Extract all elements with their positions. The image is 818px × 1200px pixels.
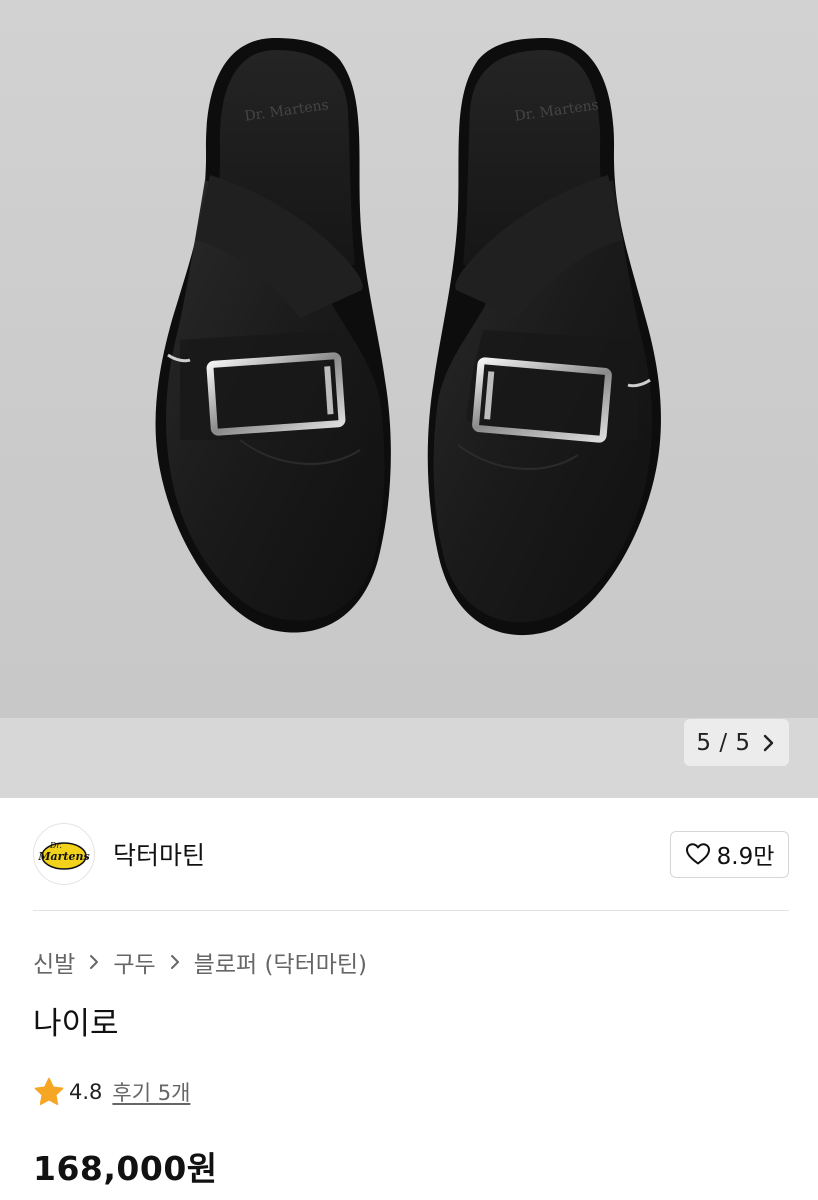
brand-row: Martens Dr. 닥터마틴 8.9만 — [33, 822, 789, 886]
chevron-right-icon — [761, 734, 777, 751]
chevron-right-icon — [83, 951, 105, 973]
product-photo: Dr. Martens Dr. Martens — [155, 38, 661, 636]
divider — [33, 910, 789, 911]
product-image-gallery[interactable]: Dr. Martens Dr. Martens 5 / 5 — [0, 0, 818, 798]
svg-text:Martens: Martens — [37, 850, 89, 863]
rating-value: 4.8 — [69, 1080, 103, 1104]
image-counter-text: 5 / 5 — [696, 729, 751, 756]
like-count: 8.9만 — [716, 844, 775, 870]
dr-martens-logo: Martens Dr. — [37, 841, 90, 870]
breadcrumb: 신발 구두 블로퍼 (닥터마틴) — [33, 945, 367, 979]
breadcrumb-item-dress-shoes[interactable]: 구두 — [113, 945, 155, 979]
heart-outline-icon — [685, 842, 711, 866]
chevron-right-icon — [164, 951, 186, 973]
product-price: 168,000원 — [33, 1149, 218, 1188]
svg-text:Dr.: Dr. — [49, 841, 62, 850]
brand-logo[interactable]: Martens Dr. — [33, 823, 95, 885]
left-shoe: Dr. Martens — [155, 38, 391, 633]
breadcrumb-item-shoes[interactable]: 신발 — [33, 945, 75, 979]
like-button[interactable]: 8.9만 — [670, 830, 789, 878]
breadcrumb-item-bloafer[interactable]: 블로퍼 (닥터마틴) — [194, 945, 367, 979]
star-icon — [33, 1076, 65, 1108]
rating-row: 4.8 후기 5개 — [33, 1074, 190, 1110]
brand-name[interactable]: 닥터마틴 — [113, 836, 205, 872]
right-shoe: Dr. Martens — [427, 38, 661, 636]
reviews-link[interactable]: 후기 5개 — [112, 1077, 190, 1107]
image-counter-button[interactable]: 5 / 5 — [684, 719, 789, 766]
product-title: 나이로 — [33, 1006, 119, 1042]
